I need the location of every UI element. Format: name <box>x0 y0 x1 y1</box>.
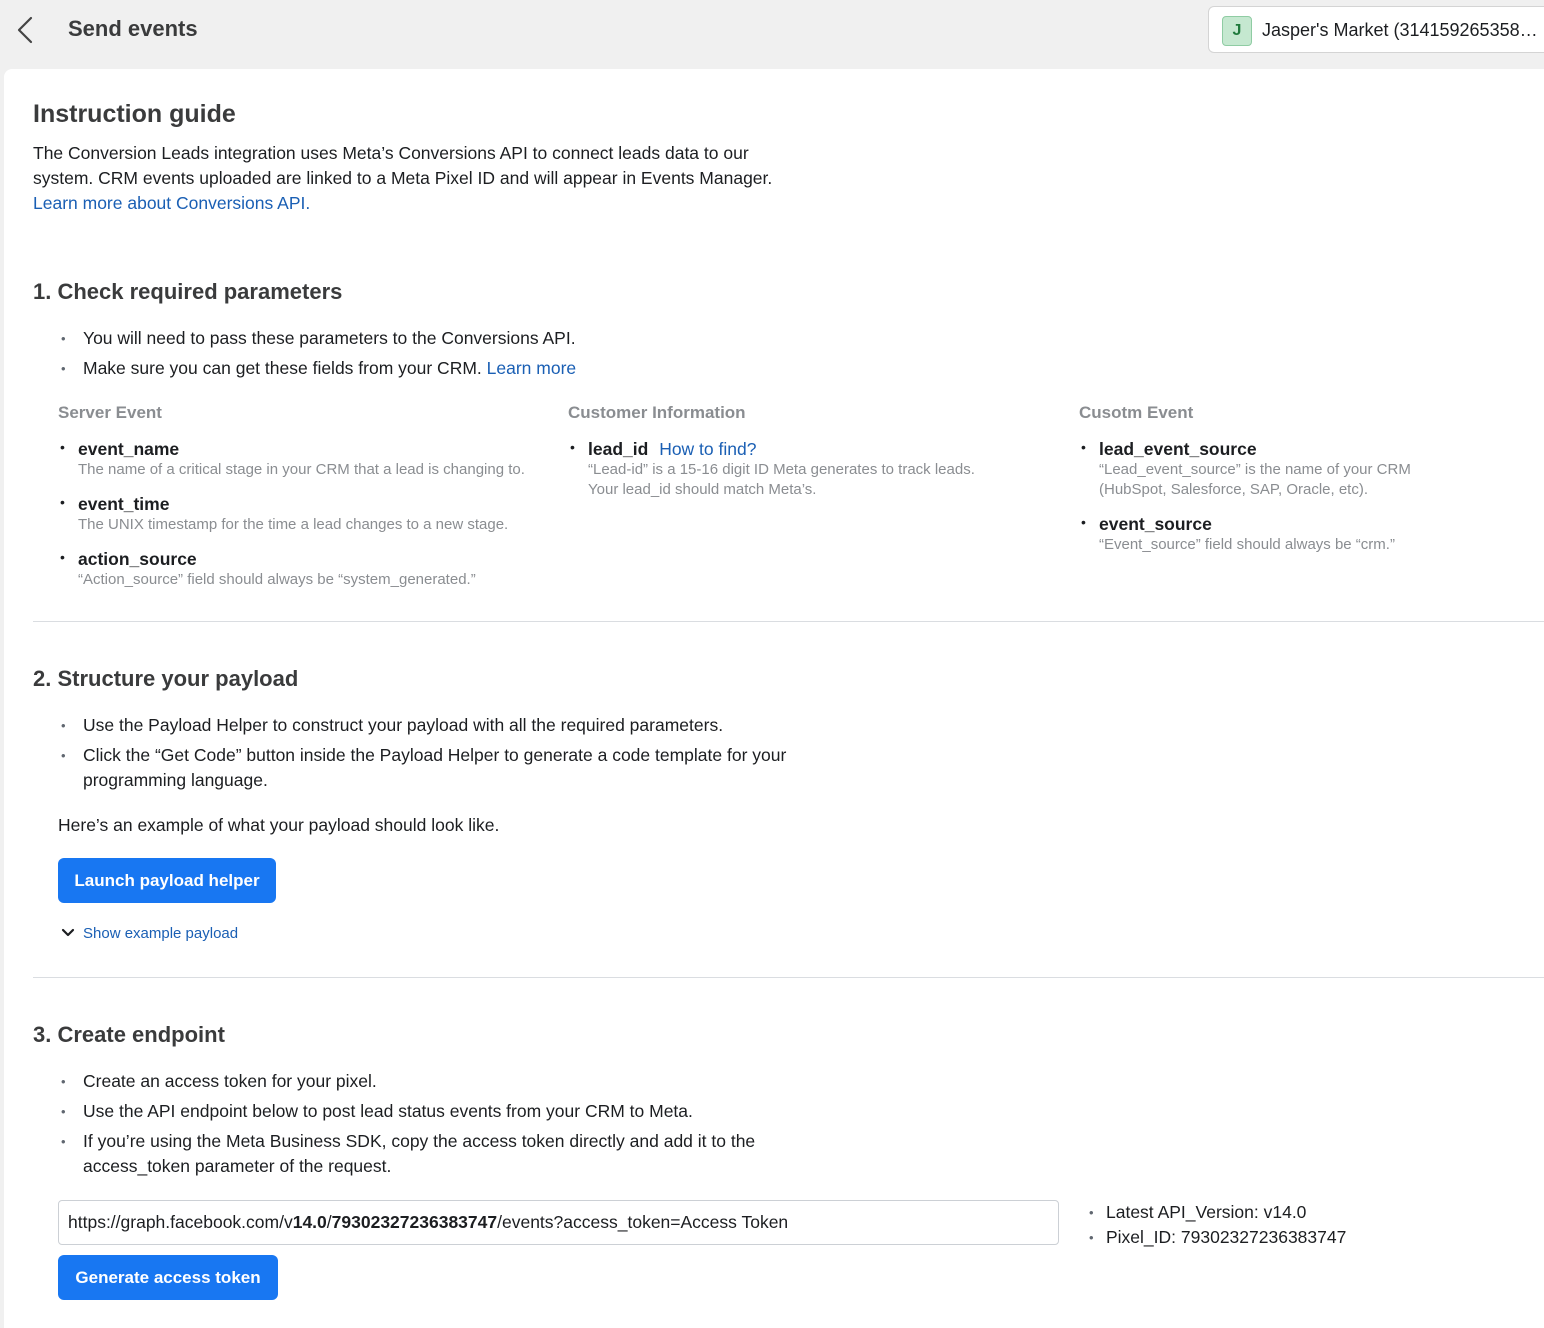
show-example-payload-link[interactable]: Show example payload <box>83 925 238 942</box>
guide-intro-text: The Conversion Leads integration uses Me… <box>33 143 773 188</box>
step2-bullets: Use the Payload Helper to construct your… <box>58 713 818 798</box>
pixel-id-info: Pixel_ID: 79302327236383747 <box>1089 1225 1509 1250</box>
param-desc: “Event_source” field should always be “c… <box>1099 536 1395 553</box>
learn-more-link[interactable]: Learn more <box>487 358 577 378</box>
param-name: event_source <box>1099 514 1212 534</box>
endpoint-suffix: /events?access_token=Access Token <box>497 1212 789 1232</box>
step1-bullet: Make sure you can get these fields from … <box>58 356 958 381</box>
param-name: lead_id <box>588 439 649 459</box>
main-card: Instruction guide The Conversion Leads i… <box>4 69 1544 1328</box>
api-version-info: Latest API_Version: v14.0 <box>1089 1200 1509 1225</box>
param-desc: The UNIX timestamp for the time a lead c… <box>78 516 509 533</box>
step1-bullet-text: You will need to pass these parameters t… <box>83 328 576 348</box>
param-name: action_source <box>78 549 197 569</box>
step1-bullet: You will need to pass these parameters t… <box>58 326 958 351</box>
server-event-column: Server Event event_name The name of a cr… <box>58 403 548 590</box>
guide-title: Instruction guide <box>33 100 236 128</box>
step3-bullet: Use the API endpoint below to post lead … <box>58 1099 798 1124</box>
account-name: Jasper's Market (3141592653589... <box>1262 20 1540 40</box>
step1-title: 1. Check required parameters <box>33 279 343 304</box>
param-item: event_time The UNIX timestamp for the ti… <box>58 493 548 535</box>
endpoint-pixel-id: 79302327236383747 <box>331 1212 498 1232</box>
generate-access-token-button[interactable]: Generate access token <box>58 1255 278 1300</box>
top-bar: Send events J Jasper's Market (314159265… <box>0 0 1544 68</box>
payload-example-text: Here’s an example of what your payload s… <box>58 815 500 835</box>
param-item: event_source “Event_source” field should… <box>1079 513 1419 555</box>
step3-bullet: Create an access token for your pixel. <box>58 1069 798 1094</box>
param-name: lead_event_source <box>1099 439 1257 459</box>
learn-more-conversions-api-link[interactable]: Learn more about Conversions API. <box>33 193 310 213</box>
section-divider <box>33 977 1544 978</box>
step3-title: 3. Create endpoint <box>33 1022 225 1047</box>
page-title: Send events <box>68 16 198 41</box>
param-desc: “Lead_event_source” is the name of your … <box>1099 461 1411 498</box>
endpoint-info-list: Latest API_Version: v14.0 Pixel_ID: 7930… <box>1089 1200 1509 1250</box>
param-desc: “Action_source” field should always be “… <box>78 571 476 588</box>
account-selector[interactable]: J Jasper's Market (3141592653589... <box>1208 6 1544 53</box>
chevron-down-icon <box>61 928 75 937</box>
step2-title: 2. Structure your payload <box>33 666 299 691</box>
custom-event-column: Cusotm Event lead_event_source “Lead_eve… <box>1079 403 1419 555</box>
step1-bullets: You will need to pass these parameters t… <box>58 326 958 386</box>
back-arrow-icon[interactable] <box>14 14 40 46</box>
param-item: event_name The name of a critical stage … <box>58 438 548 480</box>
param-name: event_time <box>78 494 170 514</box>
step2-bullet: Click the “Get Code” button inside the P… <box>58 743 818 793</box>
api-endpoint-field[interactable]: https://graph.facebook.com/v14.0/7930232… <box>58 1200 1059 1245</box>
step1-bullet-text: Make sure you can get these fields from … <box>83 358 482 378</box>
param-desc: The name of a critical stage in your CRM… <box>78 461 525 478</box>
param-desc: “Lead-id” is a 15-16 digit ID Meta gener… <box>588 461 975 498</box>
account-avatar: J <box>1222 16 1252 46</box>
param-item: lead_event_source “Lead_event_source” is… <box>1079 438 1419 500</box>
show-example-payload-toggle[interactable]: Show example payload <box>60 922 238 944</box>
customer-information-column: Customer Information lead_id How to find… <box>568 403 988 500</box>
column-heading: Customer Information <box>568 403 746 422</box>
param-name-row: lead_id How to find? <box>588 438 988 460</box>
endpoint-prefix: https://graph.facebook.com/v <box>68 1212 293 1232</box>
guide-intro: The Conversion Leads integration uses Me… <box>33 141 773 216</box>
param-item: action_source “Action_source” field shou… <box>58 548 548 590</box>
step3-bullets: Create an access token for your pixel. U… <box>58 1069 798 1184</box>
launch-payload-helper-button[interactable]: Launch payload helper <box>58 858 276 903</box>
step3-bullet: If you’re using the Meta Business SDK, c… <box>58 1129 798 1179</box>
column-heading: Cusotm Event <box>1079 403 1194 422</box>
endpoint-version: 14.0 <box>292 1212 327 1232</box>
column-heading: Server Event <box>58 403 162 422</box>
param-name: event_name <box>78 439 180 459</box>
how-to-find-link[interactable]: How to find? <box>659 439 756 459</box>
step2-bullet: Use the Payload Helper to construct your… <box>58 713 818 738</box>
param-item: lead_id How to find? “Lead-id” is a 15-1… <box>568 438 988 500</box>
section-divider <box>33 621 1544 622</box>
